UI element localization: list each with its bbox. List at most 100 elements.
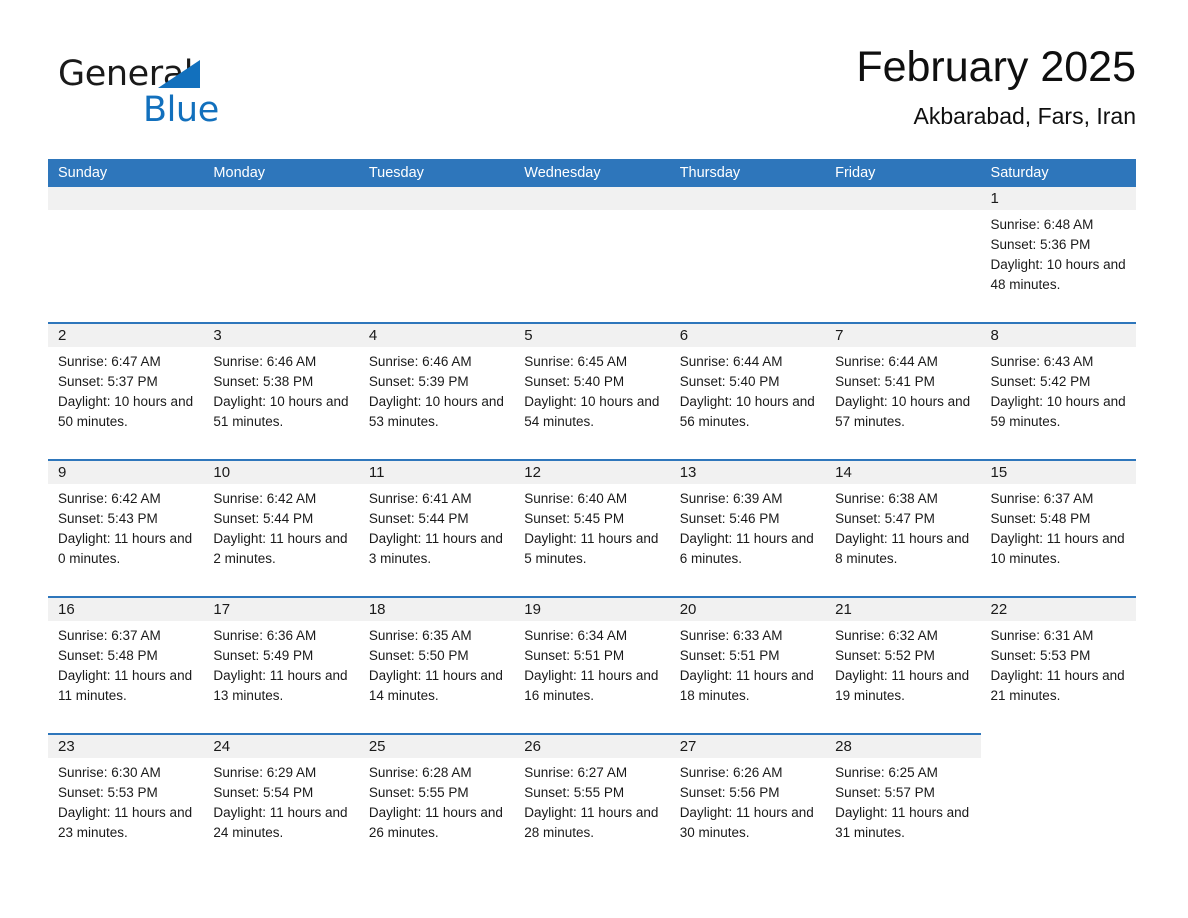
day-number-bar: 18 [358, 598, 515, 621]
calendar-day-cell[interactable]: 14 Sunrise: 6:38 AM Sunset: 5:47 PM Dayligh… [825, 461, 981, 596]
calendar-day-cell-empty [514, 187, 670, 322]
calendar-day-cell[interactable]: 11 Sunrise: 6:41 AM Sunset: 5:44 PM Dayligh… [358, 461, 515, 596]
day-info: Sunrise: 6:41 AM Sunset: 5:44 PM Daylight:… [359, 484, 514, 569]
generalblue-logo: General Blue [58, 54, 318, 140]
weekday-header-thursday: Thursday [679, 165, 741, 181]
calendar-day-cell[interactable]: 6 Sunrise: 6:44 AM Sunset: 5:40 PM Daylight… [669, 324, 826, 459]
sunset-text: Sunset: 5:56 PM [679, 785, 780, 800]
daylight-text: Daylight: 11 hours and 6 minutes. [679, 531, 814, 566]
calendar-day-cell[interactable]: 28 Sunrise: 6:25 AM Sunset: 5:57 PM Dayligh… [825, 735, 981, 870]
daylight-text: Daylight: 11 hours and 13 minutes. [213, 668, 348, 703]
sunset-text: Sunset: 5:55 PM [368, 785, 469, 800]
daylight-text: Daylight: 10 hours and 59 minutes. [990, 394, 1126, 429]
calendar-day-cell[interactable]: 15 Sunrise: 6:37 AM Sunset: 5:48 PM Dayligh… [980, 461, 1136, 596]
day-number-bar: 4 [358, 324, 515, 347]
sunset-text: Sunset: 5:47 PM [835, 511, 935, 526]
calendar-day-cell[interactable]: 8 Sunrise: 6:43 AM Sunset: 5:42 PM Daylight… [980, 324, 1136, 459]
calendar-day-cell[interactable]: 2 Sunrise: 6:47 AM Sunset: 5:37 PM Daylight… [48, 324, 204, 459]
sunrise-text: Sunrise: 6:42 AM [58, 491, 161, 506]
sunrise-text: Sunrise: 6:46 AM [368, 354, 472, 369]
calendar-day-cell[interactable]: 7 Sunrise: 6:44 AM Sunset: 5:41 PM Daylight… [825, 324, 981, 459]
calendar-day-cell[interactable]: 26 Sunrise: 6:27 AM Sunset: 5:55 PM Dayligh… [514, 735, 670, 870]
daylight-text: Daylight: 11 hours and 5 minutes. [524, 531, 659, 566]
calendar-day-cell[interactable]: 9 Sunrise: 6:42 AM Sunset: 5:43 PM Daylight… [48, 461, 204, 596]
calendar-day-cell[interactable]: 27 Sunrise: 6:26 AM Sunset: 5:56 PM Dayligh… [669, 735, 826, 870]
sunrise-text: Sunrise: 6:29 AM [213, 765, 317, 780]
day-number-bar [514, 187, 670, 210]
calendar-day-cell-empty [825, 187, 981, 322]
day-info: Sunrise: 6:48 AM Sunset: 5:36 PM Daylight:… [981, 210, 1136, 295]
day-number-bar: 22 [980, 598, 1136, 621]
sunrise-text: Sunrise: 6:46 AM [213, 354, 317, 369]
day-number-bar: 10 [203, 461, 359, 484]
calendar-day-cell-empty [980, 733, 1136, 870]
sunrise-text: Sunrise: 6:26 AM [679, 765, 783, 780]
day-number-bar [825, 187, 981, 210]
sunrise-text: Sunrise: 6:38 AM [835, 491, 938, 506]
day-number: 15 [990, 464, 1008, 481]
calendar-day-cell[interactable]: 22 Sunrise: 6:31 AM Sunset: 5:53 PM Dayligh… [980, 598, 1136, 733]
day-number: 8 [990, 327, 999, 344]
sunrise-text: Sunrise: 6:27 AM [524, 765, 628, 780]
day-number: 28 [835, 738, 852, 755]
day-number-bar: 1 [980, 187, 1136, 210]
sunset-text: Sunset: 5:46 PM [679, 511, 780, 526]
calendar-day-cell[interactable]: 16 Sunrise: 6:37 AM Sunset: 5:48 PM Dayligh… [48, 598, 204, 733]
logo-triangle-icon [158, 60, 200, 88]
weekday-header-tuesday: Tuesday [368, 165, 424, 181]
calendar-day-cell[interactable]: 10 Sunrise: 6:42 AM Sunset: 5:44 PM Dayligh… [203, 461, 359, 596]
sunrise-text: Sunrise: 6:44 AM [679, 354, 783, 369]
sunrise-text: Sunrise: 6:28 AM [368, 765, 472, 780]
calendar-day-cell[interactable]: 17 Sunrise: 6:36 AM Sunset: 5:49 PM Dayligh… [203, 598, 359, 733]
day-number-bar [980, 735, 1136, 758]
sunrise-text: Sunrise: 6:41 AM [368, 491, 472, 506]
sunset-text: Sunset: 5:44 PM [213, 511, 314, 526]
day-number: 25 [368, 738, 386, 755]
day-number-bar: 23 [48, 735, 204, 758]
calendar-day-cell[interactable]: 24 Sunrise: 6:29 AM Sunset: 5:54 PM Dayligh… [203, 735, 359, 870]
calendar-day-cell[interactable]: 18 Sunrise: 6:35 AM Sunset: 5:50 PM Dayligh… [358, 598, 515, 733]
sunrise-text: Sunrise: 6:32 AM [835, 628, 938, 643]
day-number-bar: 14 [825, 461, 981, 484]
calendar-day-cell[interactable]: 1 Sunrise: 6:48 AM Sunset: 5:36 PM Daylight… [980, 187, 1136, 322]
calendar-day-cell[interactable]: 21 Sunrise: 6:32 AM Sunset: 5:52 PM Dayligh… [825, 598, 981, 733]
calendar-day-cell[interactable]: 13 Sunrise: 6:39 AM Sunset: 5:46 PM Dayligh… [669, 461, 826, 596]
sunset-text: Sunset: 5:49 PM [213, 648, 314, 663]
day-number-bar: 5 [514, 324, 670, 347]
calendar-day-cell[interactable]: 25 Sunrise: 6:28 AM Sunset: 5:55 PM Dayligh… [358, 735, 515, 870]
calendar-day-cell[interactable]: 3 Sunrise: 6:46 AM Sunset: 5:38 PM Daylight… [203, 324, 359, 459]
calendar-day-cell[interactable]: 4 Sunrise: 6:46 AM Sunset: 5:39 PM Daylight… [358, 324, 515, 459]
day-number: 27 [679, 738, 697, 755]
sunset-text: Sunset: 5:45 PM [524, 511, 625, 526]
page-title: February 2025 [856, 43, 1136, 91]
day-number: 19 [524, 601, 541, 618]
sunset-text: Sunset: 5:43 PM [58, 511, 158, 526]
day-info: Sunrise: 6:32 AM Sunset: 5:52 PM Daylight:… [825, 621, 980, 706]
calendar-week-row: 1 Sunrise: 6:48 AM Sunset: 5:36 PM Daylight… [48, 187, 1136, 322]
day-info: Sunrise: 6:40 AM Sunset: 5:45 PM Daylight:… [514, 484, 669, 569]
daylight-text: Daylight: 11 hours and 23 minutes. [58, 805, 193, 840]
day-number-bar: 20 [669, 598, 826, 621]
calendar-day-cell[interactable]: 5 Sunrise: 6:45 AM Sunset: 5:40 PM Daylight… [514, 324, 670, 459]
calendar-day-cell[interactable]: 12 Sunrise: 6:40 AM Sunset: 5:45 PM Dayligh… [514, 461, 670, 596]
sunrise-text: Sunrise: 6:30 AM [58, 765, 161, 780]
daylight-text: Daylight: 10 hours and 54 minutes. [524, 394, 660, 429]
day-info: Sunrise: 6:26 AM Sunset: 5:56 PM Daylight:… [670, 758, 825, 843]
day-number-bar: 3 [203, 324, 359, 347]
day-number-bar [48, 187, 204, 210]
day-number-bar: 6 [669, 324, 826, 347]
day-number: 23 [58, 738, 75, 755]
day-number-bar: 15 [980, 461, 1136, 484]
day-info: Sunrise: 6:38 AM Sunset: 5:47 PM Daylight:… [825, 484, 980, 569]
sunset-text: Sunset: 5:36 PM [990, 237, 1091, 252]
calendar-day-cell[interactable]: 23 Sunrise: 6:30 AM Sunset: 5:53 PM Dayligh… [48, 735, 204, 870]
daylight-text: Daylight: 10 hours and 50 minutes. [58, 394, 194, 429]
weekday-header-wednesday: Wednesday [524, 165, 601, 181]
daylight-text: Daylight: 11 hours and 31 minutes. [835, 805, 970, 840]
day-number-bar [358, 187, 515, 210]
day-info: Sunrise: 6:46 AM Sunset: 5:39 PM Daylight:… [359, 347, 514, 432]
calendar-day-cell[interactable]: 20 Sunrise: 6:33 AM Sunset: 5:51 PM Dayligh… [669, 598, 826, 733]
daylight-text: Daylight: 10 hours and 56 minutes. [679, 394, 815, 429]
sunset-text: Sunset: 5:52 PM [835, 648, 935, 663]
calendar-day-cell[interactable]: 19 Sunrise: 6:34 AM Sunset: 5:51 PM Dayligh… [514, 598, 670, 733]
